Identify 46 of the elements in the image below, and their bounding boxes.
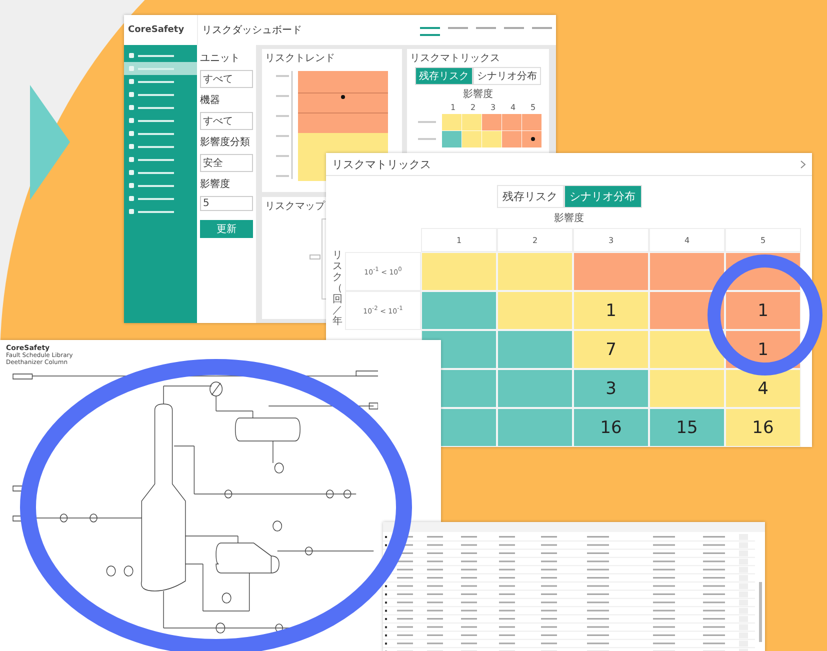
axis-tick xyxy=(276,175,289,177)
panel-title: リスクマップ xyxy=(265,200,325,213)
filter-dropdown[interactable]: 5 xyxy=(200,196,253,211)
filter-dropdown[interactable]: 安全 xyxy=(200,154,253,172)
panel-title: リスクマトリックス xyxy=(410,52,500,65)
filter-dropdown[interactable]: すべて xyxy=(200,112,253,130)
logo: CoreSafety xyxy=(127,24,186,37)
view-toggle[interactable]: 残存リスク xyxy=(496,185,564,208)
column-header: 4 xyxy=(509,103,517,112)
matrix-cell: 1 xyxy=(573,291,649,330)
chevron-icon[interactable] xyxy=(800,160,806,168)
column-header: 4 xyxy=(649,228,725,252)
column-header: 2 xyxy=(469,103,477,112)
matrix-cell: 16 xyxy=(725,408,801,447)
window-title: リスクマトリックス xyxy=(332,156,431,172)
axis-label: リスク（回／年 xyxy=(332,250,343,329)
data-point xyxy=(341,95,345,99)
matrix-cell: 15 xyxy=(649,408,725,447)
matrix-cell: 7 xyxy=(573,330,649,369)
top-tab[interactable] xyxy=(420,24,440,36)
filter-label: 影響度分類 xyxy=(200,136,251,149)
matrix-cell: 1 xyxy=(725,291,801,330)
axis-tick xyxy=(276,155,289,157)
panel-title: リスクトレンド xyxy=(265,52,335,65)
matrix-cell: 3 xyxy=(573,369,649,408)
column-header: 2 xyxy=(497,228,573,252)
axis-label: 影響度 xyxy=(463,88,493,101)
axis-tick xyxy=(276,95,289,97)
axis-label: 影響度 xyxy=(554,212,584,225)
column-header: 5 xyxy=(725,228,801,252)
filter-label: 機器 xyxy=(200,94,221,107)
filter-label: 影響度 xyxy=(200,178,231,191)
column-header: 3 xyxy=(573,228,649,252)
column-header: 1 xyxy=(449,103,457,112)
axis-tick xyxy=(276,135,289,137)
axis-tick xyxy=(276,115,289,117)
filter-label: ユニット xyxy=(200,52,241,65)
matrix-cell: 16 xyxy=(573,408,649,447)
view-toggle[interactable]: シナリオ分布 xyxy=(473,67,541,85)
column-header: 5 xyxy=(529,103,537,112)
column-header: 3 xyxy=(489,103,497,112)
page-title: リスクダッシュボード xyxy=(202,24,302,37)
axis-tick xyxy=(276,75,289,77)
column-header: 1 xyxy=(421,228,497,252)
matrix-cell: 4 xyxy=(725,369,801,408)
filter-dropdown[interactable]: すべて xyxy=(200,70,253,88)
